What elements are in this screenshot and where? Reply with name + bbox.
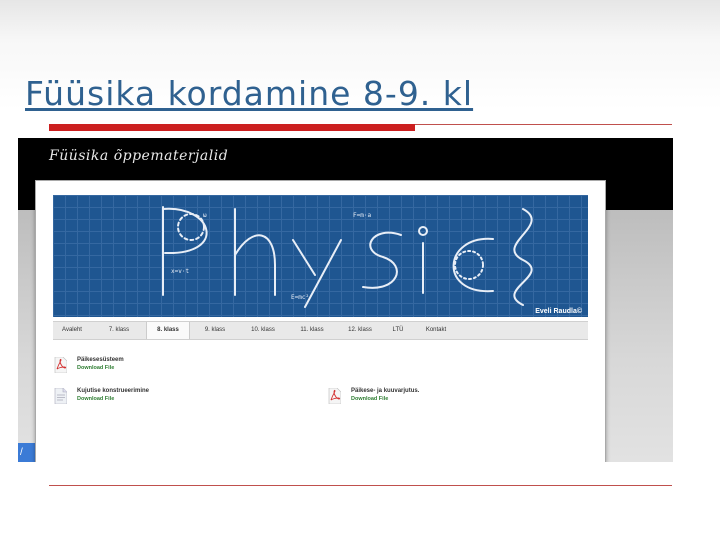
site-page: x=v·t F=m·a E=mc² ω Eveli Raudla© Avaleh…	[35, 180, 606, 462]
nav-item-ltu[interactable]: LTÜ	[386, 322, 410, 339]
pdf-icon	[54, 357, 67, 373]
title-accent-bar	[49, 124, 415, 131]
footer-divider	[49, 485, 672, 486]
pdf-icon	[328, 388, 341, 404]
physics-banner: x=v·t F=m·a E=mc² ω Eveli Raudla©	[53, 195, 588, 317]
slide-title: Füüsika kordamine 8-9. kl	[25, 74, 474, 113]
file-name: Päikese- ja kuuvarjutus.	[351, 388, 420, 394]
svg-text:ω: ω	[203, 212, 207, 219]
site-nav: Avaleht 7. klass 8. klass 9. klass 10. k…	[53, 321, 588, 340]
nav-item-10-klass[interactable]: 10. klass	[241, 322, 285, 339]
physics-lettering-graphic: x=v·t F=m·a E=mc² ω	[162, 206, 533, 308]
svg-text:F=m·a: F=m·a	[353, 212, 371, 219]
file-name: Kujutise konstrueerimine	[77, 388, 150, 394]
document-icon	[54, 388, 67, 404]
nav-item-7-klass[interactable]: 7. klass	[99, 322, 139, 339]
svg-text:E=mc²: E=mc²	[291, 294, 309, 301]
download-link[interactable]: Download File	[77, 396, 114, 402]
nav-item-avaleht[interactable]: Avaleht	[53, 322, 91, 339]
nav-item-11-klass[interactable]: 11. klass	[291, 322, 333, 339]
banner-credit: Eveli Raudla©	[535, 308, 582, 315]
download-link[interactable]: Download File	[77, 365, 114, 371]
svg-text:x=v·t: x=v·t	[171, 268, 189, 275]
nav-item-9-klass[interactable]: 9. klass	[195, 322, 235, 339]
nav-item-12-klass[interactable]: 12. klass	[338, 322, 382, 339]
nav-item-kontakt[interactable]: Kontakt	[416, 322, 456, 339]
nav-item-8-klass[interactable]: 8. klass	[146, 322, 190, 339]
site-header-title: Füüsika õppematerjalid	[49, 148, 229, 164]
website-screenshot: Füüsika õppematerjalid / x=v·t F=m·a E=m…	[18, 138, 673, 462]
download-link[interactable]: Download File	[351, 396, 388, 402]
file-name: Päikesesüsteem	[77, 357, 124, 363]
